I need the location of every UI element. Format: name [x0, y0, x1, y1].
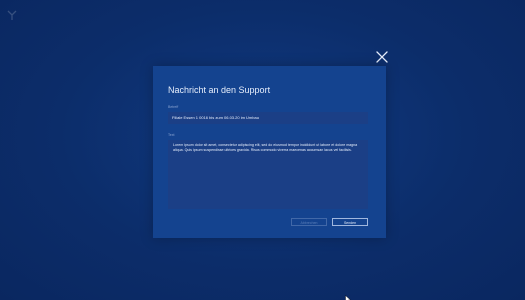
cancel-button[interactable]: Abbrechen — [291, 218, 327, 226]
subject-label: Betreff — [168, 105, 179, 109]
mouse-cursor-icon — [345, 295, 351, 300]
send-button[interactable]: Senden — [332, 218, 368, 226]
app-logo-icon — [7, 10, 17, 20]
close-icon[interactable] — [374, 49, 390, 65]
support-message-dialog: Nachricht an den Support Betreff Filiale… — [153, 66, 386, 238]
dialog-title: Nachricht an den Support — [168, 85, 271, 95]
message-textarea[interactable]: Lorem ipsum dolor sit amet, consectetur … — [168, 140, 368, 209]
message-label: Text — [168, 133, 175, 137]
subject-input[interactable]: Filiale Essen 1 0016 bis zum 06.03.20 im… — [168, 112, 368, 124]
